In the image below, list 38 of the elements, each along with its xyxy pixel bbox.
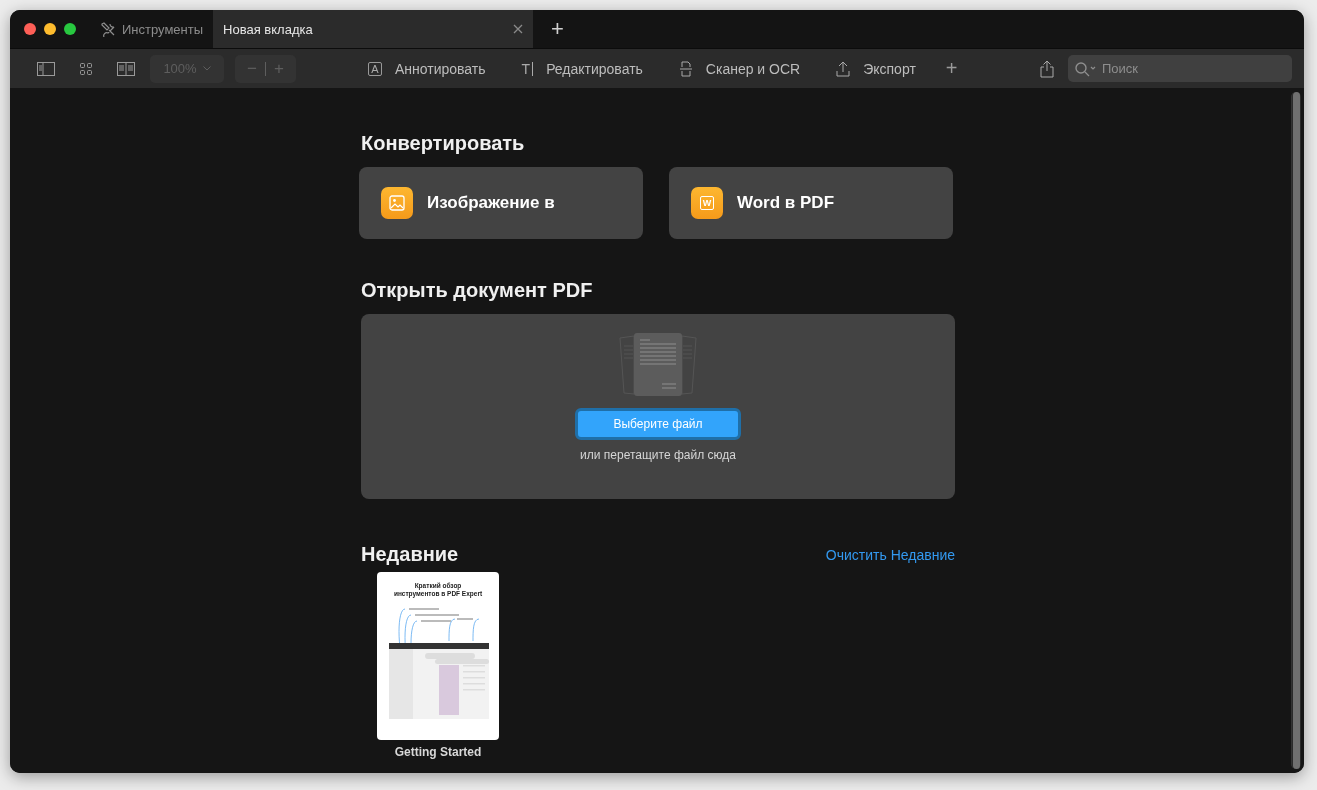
drop-zone[interactable]: Выберите файл или перетащите файл сюда — [361, 314, 955, 499]
section-heading: Конвертировать — [361, 132, 526, 155]
clear-recent-link[interactable]: Очистить Недавние — [825, 546, 955, 563]
share-button[interactable] — [1040, 59, 1054, 78]
grid-icon — [77, 61, 95, 76]
section-heading: Недавние — [361, 543, 459, 566]
chevron-down-icon — [202, 66, 211, 71]
toolbar-tool-button[interactable]: Сканер и OCR — [678, 60, 801, 77]
annotate-icon: A — [368, 61, 382, 76]
toolbar-tool-button[interactable]: Экспорт — [836, 60, 916, 77]
toolbar-tool-button[interactable]: T Редактировать — [521, 60, 643, 77]
scanner-icon — [678, 60, 693, 77]
upload-icon — [836, 60, 851, 77]
image-icon — [389, 195, 405, 211]
share-icon — [1040, 59, 1054, 78]
tab[interactable]: Инструменты — [90, 10, 214, 48]
close-window-button[interactable] — [24, 23, 36, 35]
word-icon: W — [700, 196, 714, 210]
toolbar-tool-button[interactable]: A Аннотировать — [368, 60, 486, 77]
tools-icon — [100, 21, 116, 37]
search-field[interactable]: Поиск — [1068, 55, 1292, 82]
add-tool-button[interactable]: + — [939, 56, 964, 81]
close-tab-icon — [513, 24, 524, 34]
convert-card[interactable]: Изображение в — [359, 167, 643, 239]
file-name: Getting Started — [394, 745, 482, 759]
new-tab-button[interactable]: + — [533, 10, 582, 48]
tab-label: Инструменты — [122, 21, 204, 37]
minimize-window-button[interactable] — [44, 23, 56, 35]
two-page-icon — [117, 61, 135, 76]
convert-card[interactable]: W Word в PDF — [669, 167, 953, 239]
section-heading: Открыть документ PDF — [361, 279, 594, 302]
sidebar-icon — [37, 61, 55, 76]
search-icon — [1074, 61, 1098, 77]
zoom-window-button[interactable] — [64, 23, 76, 35]
scrollbar[interactable] — [1291, 92, 1301, 769]
drop-hint: или перетащите файл сюда — [580, 448, 736, 462]
tab-label: Новая вкладка — [223, 21, 313, 37]
tab[interactable]: Новая вкладка — [213, 10, 534, 48]
